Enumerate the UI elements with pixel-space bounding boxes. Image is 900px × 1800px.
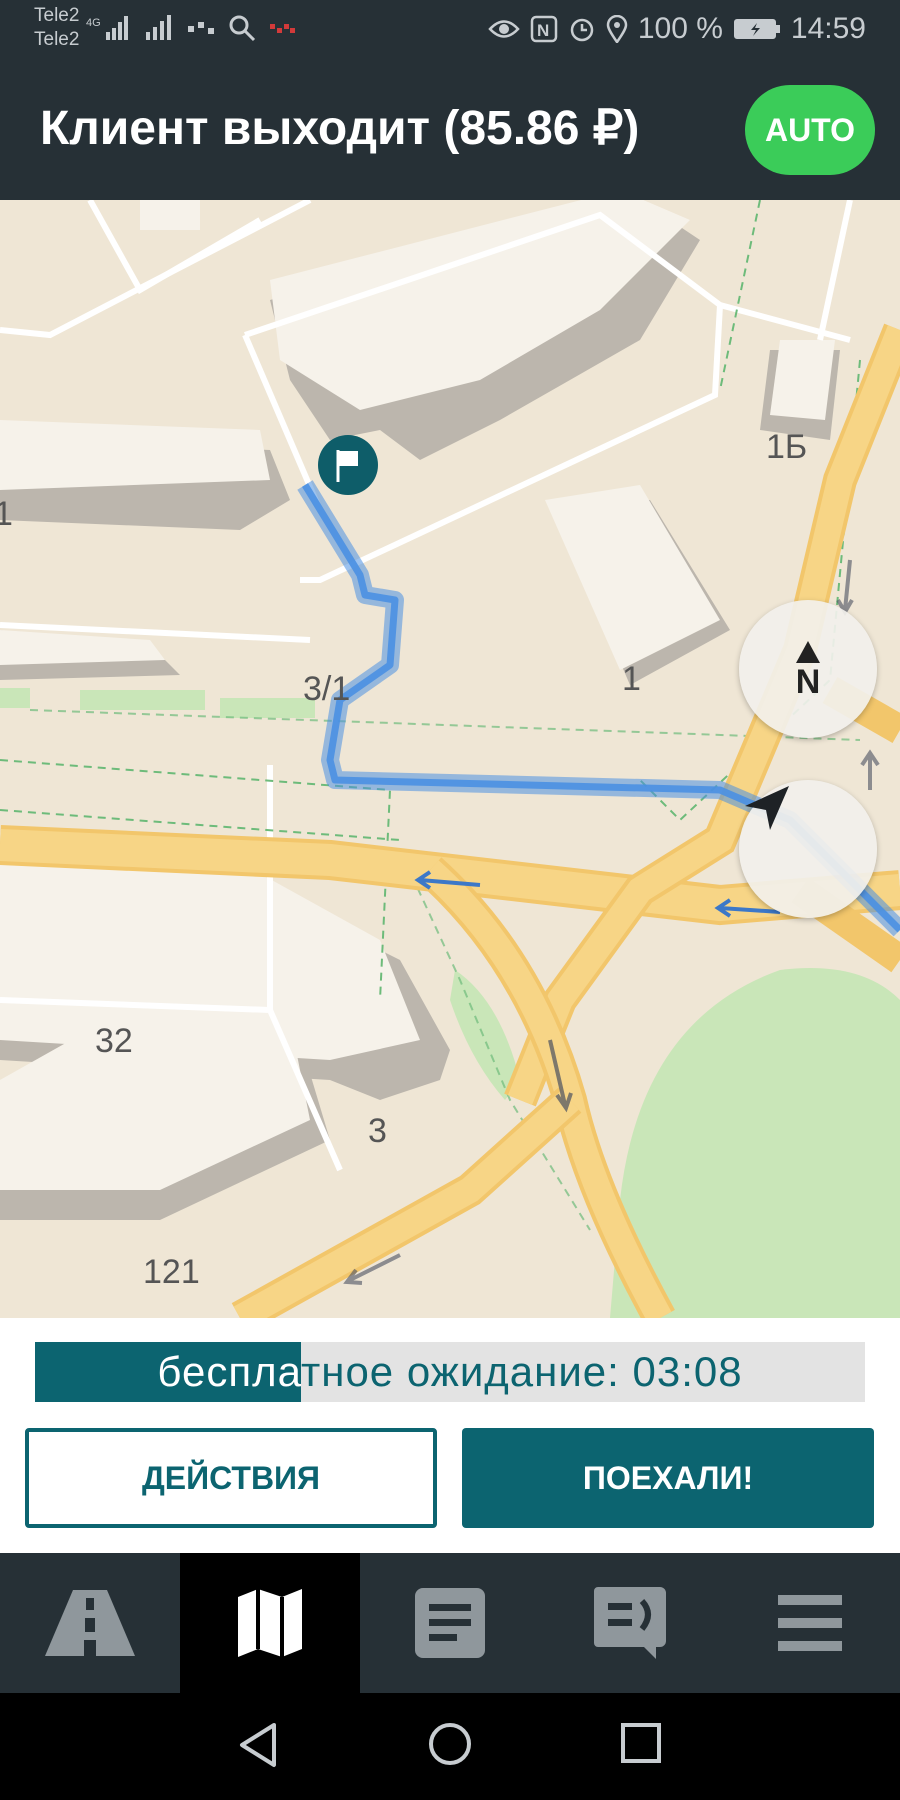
svg-text:N: N <box>537 21 549 40</box>
signal-icon: 4G <box>86 16 128 40</box>
document-icon <box>415 1588 485 1658</box>
carriers: Tele2 Tele2 <box>34 4 79 52</box>
actions-button[interactable]: ДЕЙСТВИЯ <box>25 1428 437 1528</box>
tab-map[interactable] <box>180 1553 360 1693</box>
map-label-121: 121 <box>143 1253 200 1291</box>
alarm-icon <box>570 18 594 42</box>
map-label-1b: 1Б <box>766 428 808 466</box>
auto-button[interactable]: AUTO <box>745 85 875 175</box>
map-canvas <box>0 200 900 1318</box>
locate-arrow-icon <box>745 786 789 830</box>
location-icon <box>606 15 628 43</box>
page-title: Клиент выходит (85.86 ₽) <box>40 102 640 155</box>
map-label-3-1: 3/1 <box>303 670 351 708</box>
map-view[interactable]: 1Б 1 3/1 32 3 121 1 N <box>0 200 900 1318</box>
flag-marker-icon[interactable] <box>318 435 378 495</box>
tab-orders[interactable] <box>360 1553 540 1693</box>
map-label-32: 32 <box>95 1022 133 1060</box>
free-wait-label-inverted: бесплатное ожидание: 03:08 <box>157 1348 301 1395</box>
free-wait-progress: бесплатное ожидание: 03:08 бесплатное ож… <box>35 1342 865 1402</box>
clock: 14:59 <box>790 12 866 45</box>
tab-bar <box>0 1553 900 1693</box>
carrier-2: Tele2 <box>34 29 80 50</box>
carrier-1: Tele2 <box>34 5 80 26</box>
go-button[interactable]: ПОЕХАЛИ! <box>462 1428 874 1528</box>
tab-menu[interactable] <box>720 1553 900 1693</box>
free-wait-label-overlay: бесплатное ожидание: 03:08 <box>35 1342 301 1402</box>
compass-label: N <box>795 663 821 701</box>
road-icon <box>45 1590 135 1656</box>
status-bar: Tele2 Tele2 4G N 100 % 14:59 <box>0 0 900 60</box>
back-icon[interactable] <box>236 1721 280 1769</box>
map-label-3: 3 <box>368 1112 387 1150</box>
order-panel: бесплатное ожидание: 03:08 бесплатное ож… <box>0 1318 900 1553</box>
menu-icon <box>778 1595 842 1651</box>
compass-icon <box>796 641 820 663</box>
battery-icon <box>733 19 780 39</box>
network-icon <box>188 22 214 34</box>
chat-icon <box>594 1587 666 1659</box>
map-icon <box>238 1589 302 1657</box>
locate-button[interactable] <box>739 780 877 918</box>
map-label-1: 1 <box>622 660 641 698</box>
search-icon <box>229 15 256 42</box>
tab-road[interactable] <box>0 1553 180 1693</box>
map-label-edge: 1 <box>0 495 13 533</box>
system-nav-bar <box>0 1693 900 1800</box>
svg-text:4G: 4G <box>86 17 101 29</box>
eye-icon <box>488 20 520 38</box>
compass-button[interactable]: N <box>739 600 877 738</box>
nfc-icon: N <box>530 15 558 43</box>
app-taxi-icon <box>270 24 295 33</box>
signal-2-icon <box>146 15 171 40</box>
tab-chat[interactable] <box>540 1553 720 1693</box>
battery-percent: 100 % <box>637 12 723 45</box>
home-icon[interactable] <box>427 1721 473 1767</box>
recents-icon[interactable] <box>620 1721 662 1765</box>
